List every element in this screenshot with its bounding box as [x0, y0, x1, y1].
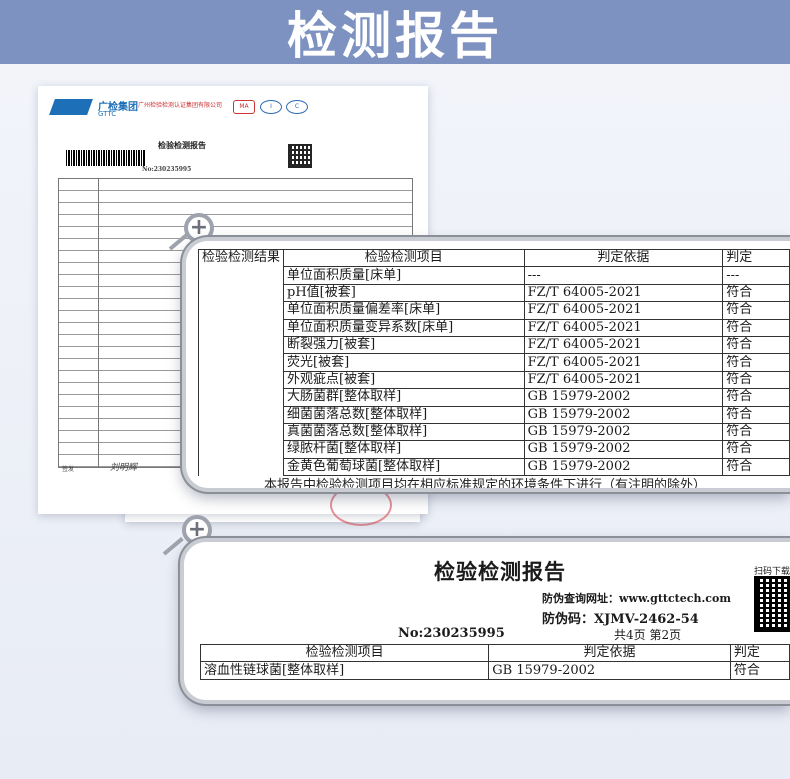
- results-table: 检验检测结果 检验检测项目 判定依据 判定 单位面积质量[床单] --- --- p…: [197, 248, 790, 477]
- company-logo-subtext: GTTC: [98, 110, 117, 118]
- qr-code-icon: [288, 144, 312, 168]
- mini-report-no: No:230235995: [142, 166, 192, 173]
- header-basis: 判定依据: [488, 643, 731, 663]
- row-item: 溶血性链球菌[整体取样]: [199, 661, 490, 680]
- sign-label: 签发: [62, 466, 75, 473]
- row-verdict: 符合: [722, 457, 790, 477]
- table-row: 绿脓杆菌[整体取样] GB 15979-2002 符合: [199, 440, 790, 459]
- header-verdict: 判定: [729, 643, 790, 663]
- row-item: 单位面积质量偏差率[床单]: [283, 301, 525, 320]
- row-verdict: 符合: [722, 405, 790, 424]
- barcode-icon: [66, 150, 146, 166]
- row-basis: GB 15979-2002: [488, 661, 731, 680]
- results-table-page2: 检验检测项目 判定依据 判定 溶血性链球菌[整体取样] GB 15979-200…: [199, 643, 790, 680]
- row-basis: GB 15979-2002: [523, 405, 724, 424]
- form-grid-divider: [98, 178, 99, 468]
- row-basis: GB 15979-2002: [523, 457, 724, 477]
- report-title: 检验检测报告: [434, 559, 566, 584]
- row-basis: ---: [523, 266, 724, 285]
- magnified-report-header: 检验检测报告 防伪查询网址：www.gttctech.com 防伪码：XJMV-…: [180, 538, 790, 704]
- row-item: 大肠菌群[整体取样]: [283, 388, 525, 407]
- row-basis: FZ/T 64005-2021: [523, 283, 724, 303]
- table-row: 金黄色葡萄球菌[整体取样] GB 15979-2002 符合: [199, 457, 790, 477]
- row-verdict: 符合: [722, 422, 790, 442]
- page-info: 共4页 第2页: [614, 628, 682, 642]
- table-row: 细菌菌落总数[整体取样] GB 15979-2002 符合: [199, 405, 790, 424]
- row-verdict: ---: [722, 266, 790, 285]
- banner: 检测报告: [0, 0, 790, 65]
- row-basis: FZ/T 64005-2021: [523, 335, 724, 355]
- table-header-row: 检验检测结果 检验检测项目 判定依据 判定: [197, 248, 790, 476]
- row-basis: FZ/T 64005-2021: [523, 353, 724, 372]
- row-basis: GB 15979-2002: [523, 422, 724, 442]
- signature: 刘明辉: [110, 463, 138, 473]
- row-verdict: 符合: [722, 370, 790, 390]
- row-verdict: 符合: [722, 440, 790, 459]
- row-verdict: 符合: [722, 335, 790, 355]
- row-item: 断裂强力[被套]: [283, 335, 525, 355]
- table-row: pH值[被套] FZ/T 64005-2021 符合: [199, 283, 790, 303]
- row-item: 绿脓杆菌[整体取样]: [283, 440, 525, 459]
- row-basis: FZ/T 64005-2021: [523, 301, 724, 320]
- row-item: pH值[被套]: [283, 283, 525, 303]
- gttc-logo-icon: [49, 99, 93, 115]
- institute-name: 广州检验检测认证集团有限公司: [138, 102, 223, 109]
- row-verdict: 符合: [722, 353, 790, 372]
- table-row: 溶血性链球菌[整体取样] GB 15979-2002 符合: [199, 661, 790, 680]
- table-row: 荧光[被套] FZ/T 64005-2021 符合: [199, 353, 790, 372]
- row-basis: GB 15979-2002: [523, 440, 724, 459]
- row-verdict: 符合: [722, 318, 790, 337]
- anti-fake-code: 防伪码：XJMV-2462-54: [542, 612, 699, 627]
- row-verdict: 符合: [722, 388, 790, 407]
- row-item: 金黄色葡萄球菌[整体取样]: [283, 457, 525, 477]
- anti-fake-url: 防伪查询网址：www.gttctech.com: [542, 592, 731, 605]
- header-item: 检验检测项目: [199, 643, 490, 663]
- table-row: 单位面积质量[床单] --- ---: [199, 266, 790, 285]
- row-basis: FZ/T 64005-2021: [523, 318, 724, 337]
- table-row: 单位面积质量变异系数[床单] FZ/T 64005-2021 符合: [199, 318, 790, 337]
- qr-code-icon: [754, 576, 790, 632]
- row-verdict: 符合: [729, 661, 790, 680]
- report-footnote: 本报告中检验检测项目均在相应标准规定的环境条件下进行（有注明的除外）: [264, 478, 707, 492]
- header-verdict: 判定: [722, 248, 790, 268]
- header-basis: 判定依据: [523, 248, 724, 268]
- row-item: 荧光[被套]: [283, 353, 525, 372]
- banner-title: 检测报告: [287, 7, 503, 65]
- cma-logo-icon: MA: [233, 100, 255, 114]
- magnified-results-table: 检验检测结果 检验检测项目 判定依据 判定 单位面积质量[床单] --- --- p…: [182, 237, 790, 492]
- table-row: 真菌菌落总数[整体取样] GB 15979-2002 符合: [199, 422, 790, 442]
- row-item: 单位面积质量[床单]: [283, 266, 525, 285]
- row-basis: GB 15979-2002: [523, 388, 724, 407]
- ilac-logo-icon: I: [260, 100, 282, 114]
- header-item: 检验检测项目: [283, 248, 525, 268]
- row-item: 外观疵点[被套]: [283, 370, 525, 390]
- row-item: 单位面积质量变异系数[床单]: [283, 318, 525, 337]
- row-verdict: 符合: [722, 301, 790, 320]
- table-header-row: 检验检测项目 判定依据 判定: [199, 643, 790, 663]
- row-item: 真菌菌落总数[整体取样]: [283, 422, 525, 442]
- table-row: 单位面积质量偏差率[床单] FZ/T 64005-2021 符合: [199, 301, 790, 320]
- table-row: 大肠菌群[整体取样] GB 15979-2002 符合: [199, 388, 790, 407]
- cnas-logo-icon: C: [286, 100, 308, 114]
- row-basis: FZ/T 64005-2021: [523, 370, 724, 390]
- mini-report-title: 检验检测报告: [158, 140, 206, 150]
- table-row: 外观疵点[被套] FZ/T 64005-2021 符合: [199, 370, 790, 390]
- report-number: No:230235995: [398, 626, 505, 641]
- results-section-label: 检验检测结果: [197, 248, 285, 476]
- row-verdict: 符合: [722, 283, 790, 303]
- table-row: 断裂强力[被套] FZ/T 64005-2021 符合: [199, 335, 790, 355]
- row-item: 细菌菌落总数[整体取样]: [283, 405, 525, 424]
